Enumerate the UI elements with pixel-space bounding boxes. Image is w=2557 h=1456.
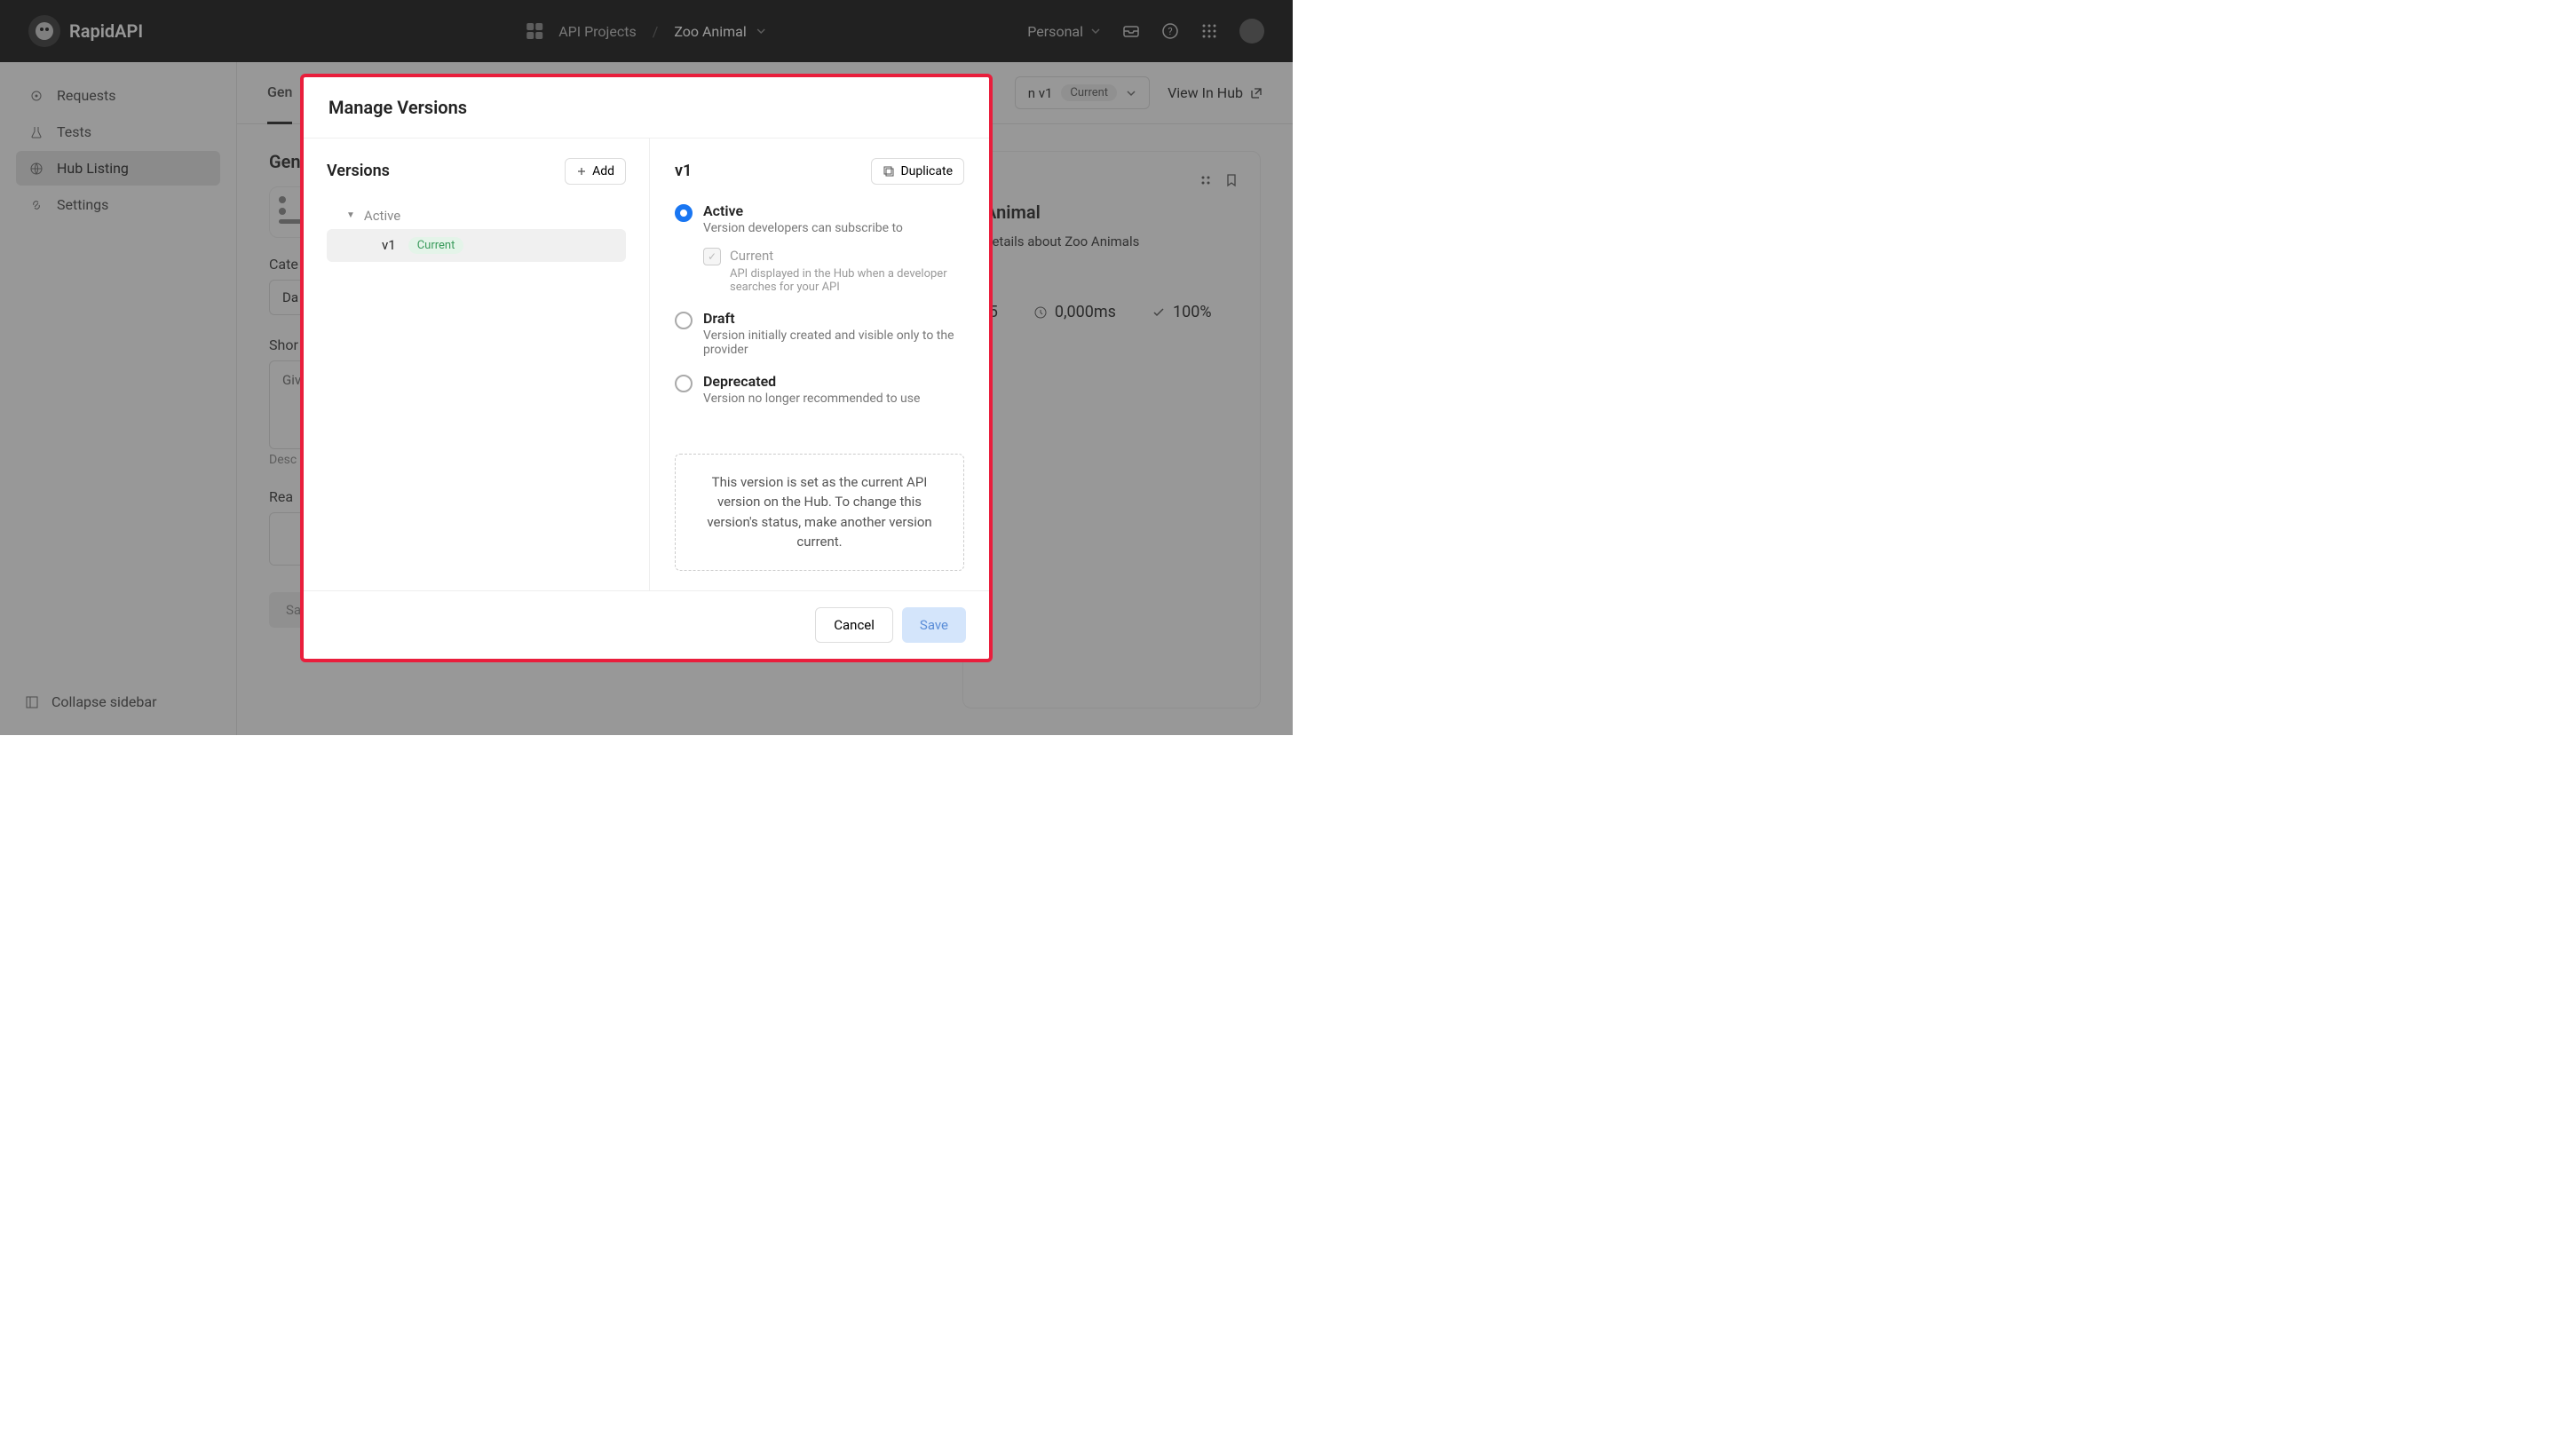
version-detail-title: v1 bbox=[675, 162, 692, 180]
modal-overlay[interactable]: Manage Versions Versions Add ▼ Active v1… bbox=[0, 0, 1293, 735]
save-button[interactable]: Save bbox=[902, 607, 966, 643]
duplicate-icon bbox=[883, 165, 895, 178]
cancel-button[interactable]: Cancel bbox=[815, 607, 893, 643]
versions-list-panel: Versions Add ▼ Active v1 Current bbox=[304, 138, 650, 590]
modal-footer: Cancel Save bbox=[304, 590, 989, 659]
version-item-v1[interactable]: v1 Current bbox=[327, 229, 626, 262]
radio-icon bbox=[675, 312, 693, 329]
caret-down-icon: ▼ bbox=[346, 210, 355, 220]
radio-selected-icon bbox=[675, 204, 693, 222]
version-detail-panel: v1 Duplicate Active Version developers c… bbox=[650, 138, 989, 590]
add-version-button[interactable]: Add bbox=[565, 158, 626, 185]
status-deprecated-option[interactable]: Deprecated Version no longer recommended… bbox=[675, 373, 964, 418]
current-badge: Current bbox=[408, 237, 464, 254]
current-checkbox[interactable]: ✓ Current bbox=[703, 248, 964, 265]
checkbox-icon: ✓ bbox=[703, 248, 721, 265]
versions-heading: Versions bbox=[327, 162, 390, 180]
status-active-option[interactable]: Active Version developers can subscribe … bbox=[675, 202, 964, 306]
status-draft-option[interactable]: Draft Version initially created and visi… bbox=[675, 310, 964, 369]
info-message: This version is set as the current API v… bbox=[675, 454, 964, 571]
duplicate-button[interactable]: Duplicate bbox=[871, 158, 964, 185]
plus-icon bbox=[576, 166, 587, 177]
current-desc: API displayed in the Hub when a develope… bbox=[703, 267, 964, 294]
radio-icon bbox=[675, 375, 693, 392]
modal-title: Manage Versions bbox=[304, 77, 989, 138]
version-group-active[interactable]: ▼ Active bbox=[327, 202, 626, 229]
manage-versions-modal: Manage Versions Versions Add ▼ Active v1… bbox=[300, 74, 993, 662]
